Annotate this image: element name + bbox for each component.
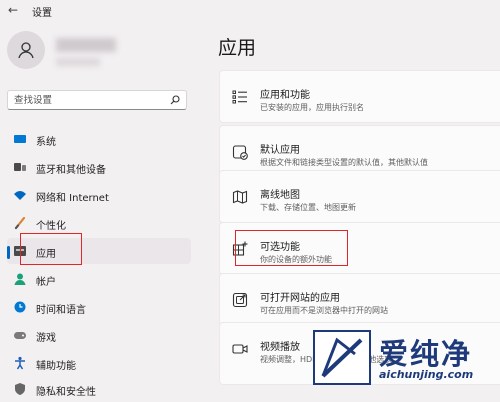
search-box[interactable] (7, 90, 187, 110)
globe-clock-icon (14, 301, 26, 313)
apps-list-icon (232, 90, 247, 104)
sidebar-item-label: 时间和语言 (36, 305, 86, 316)
sidebar-item-time-language[interactable]: 时间和语言 (7, 294, 191, 320)
card-description: 下载、存储位置、地图更新 (260, 203, 356, 212)
sidebar-item-label: 蓝牙和其他设备 (36, 165, 106, 176)
shield-icon (15, 383, 25, 395)
sidebar-item-label: 网络和 Internet (36, 193, 109, 204)
card-description: 可在应用而不是浏览器中打开的网站 (260, 306, 388, 315)
default-app-icon (232, 145, 248, 160)
card-title: 可打开网站的应用 (260, 293, 340, 304)
sidebar-item-accessibility[interactable]: 辅助功能 (7, 350, 191, 376)
card-description: 已安装的应用，应用执行别名 (260, 103, 364, 112)
back-arrow-icon[interactable]: ← (8, 3, 18, 17)
sidebar-item-system[interactable]: 系统 (7, 126, 191, 152)
watermark-text-en: aichunjing.com (379, 368, 474, 381)
card-apps-features[interactable]: 应用和功能 已安装的应用，应用执行别名 (219, 70, 500, 123)
card-apps-for-websites[interactable]: 可打开网站的应用 可在应用而不是浏览器中打开的网站 (219, 273, 500, 326)
card-title: 应用和功能 (260, 90, 310, 101)
sidebar-item-network[interactable]: 网络和 Internet (7, 182, 191, 208)
wifi-icon (14, 191, 26, 200)
card-offline-maps[interactable]: 离线地图 下载、存储位置、地图更新 (219, 170, 500, 223)
title-bar: ← 设置 (0, 0, 500, 22)
open-web-icon (232, 292, 248, 308)
highlight-box-card (235, 230, 348, 266)
active-indicator (7, 246, 10, 259)
bluetooth-icon (14, 163, 26, 171)
accessibility-icon (15, 356, 25, 370)
sidebar-item-label: 系统 (36, 137, 56, 148)
user-name-blurred (56, 38, 116, 52)
sidebar-item-privacy[interactable]: 隐私和安全性 (7, 376, 191, 402)
brush-icon (14, 216, 26, 230)
account-icon (14, 273, 26, 285)
sidebar-item-label: 隐私和安全性 (36, 387, 96, 398)
search-input[interactable] (14, 93, 164, 107)
sidebar-item-label: 辅助功能 (36, 361, 76, 372)
sidebar-item-accounts[interactable]: 帐户 (7, 266, 191, 292)
avatar[interactable] (7, 31, 45, 69)
system-icon (14, 135, 26, 143)
sidebar-item-label: 帐户 (36, 277, 56, 288)
sidebar-item-label: 个性化 (36, 221, 66, 232)
user-icon (18, 42, 34, 59)
watermark-logo: 爱纯净 aichunjing.com (313, 330, 500, 385)
search-icon[interactable] (170, 95, 180, 105)
sidebar-item-gaming[interactable]: 游戏 (7, 322, 191, 348)
card-description: 根据文件和链接类型设置的默认值，其他默认值 (260, 158, 428, 167)
card-title: 默认应用 (260, 145, 300, 156)
sidebar-item-label: 游戏 (36, 333, 56, 344)
page-title: 应用 (218, 37, 257, 59)
video-icon (232, 344, 248, 354)
card-title: 视频播放 (260, 342, 300, 353)
sidebar-item-bluetooth[interactable]: 蓝牙和其他设备 (7, 154, 191, 180)
watermark-logo-mark (313, 330, 371, 385)
watermark-text-cn: 爱纯净 (379, 337, 473, 371)
window-title: 设置 (32, 8, 52, 19)
gamepad-icon (14, 332, 26, 339)
card-title: 离线地图 (260, 190, 300, 201)
map-icon (232, 190, 248, 204)
user-email-blurred (56, 58, 100, 66)
highlight-box-nav (20, 233, 82, 265)
